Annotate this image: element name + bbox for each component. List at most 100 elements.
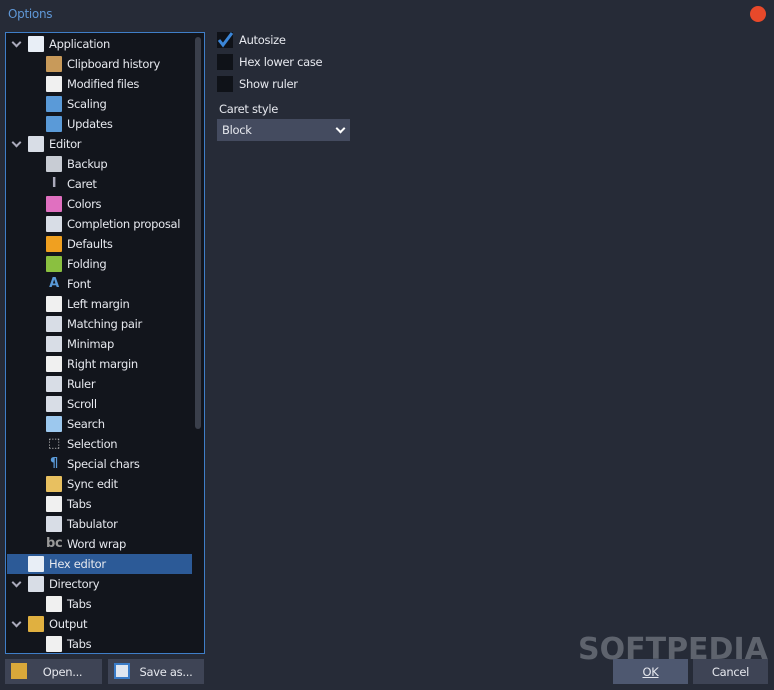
- directory-icon: [28, 576, 44, 592]
- tree-item[interactable]: Scroll: [7, 394, 192, 414]
- tree-item-label: Font: [67, 277, 91, 291]
- tree-item-label: Sync edit: [67, 477, 118, 491]
- tree-item[interactable]: Tabs: [7, 494, 192, 514]
- output-folder-icon: [28, 616, 44, 632]
- file-edit-icon: [46, 76, 62, 92]
- tree-item[interactable]: ¶ Special chars: [7, 454, 192, 474]
- folding-icon: [46, 256, 62, 272]
- tree-item-label: Tabs: [67, 637, 92, 651]
- chevron-down-icon[interactable]: [12, 139, 22, 149]
- tree-scrollbar[interactable]: [195, 37, 201, 429]
- tree-item[interactable]: Search: [7, 414, 192, 434]
- magnifier-icon: [46, 416, 62, 432]
- tree-item-label: Editor: [49, 137, 82, 151]
- tree-item[interactable]: I Caret: [7, 174, 192, 194]
- tree-item[interactable]: Colors: [7, 194, 192, 214]
- tree-item[interactable]: Backup: [7, 154, 192, 174]
- tree-item[interactable]: Tabs: [7, 634, 192, 653]
- autosize-label: Autosize: [239, 33, 286, 47]
- tree-item[interactable]: Scaling: [7, 94, 192, 114]
- tree-item[interactable]: Directory: [7, 574, 192, 594]
- tree-item[interactable]: Ruler: [7, 374, 192, 394]
- matching-pair-icon: [46, 316, 62, 332]
- chevron-down-icon[interactable]: [12, 579, 22, 589]
- selection-icon: ⬚: [48, 436, 60, 451]
- cancel-button[interactable]: Cancel: [693, 659, 768, 684]
- tree-item[interactable]: Tabulator: [7, 514, 192, 534]
- tree-item-label: Output: [49, 617, 88, 631]
- tree-item-label: Left margin: [67, 297, 130, 311]
- tree-item[interactable]: Output: [7, 614, 192, 634]
- show-ruler-label: Show ruler: [239, 77, 298, 91]
- tree-item-label: Application: [49, 37, 110, 51]
- tree-item[interactable]: Updates: [7, 114, 192, 134]
- font-icon: A: [49, 276, 59, 291]
- pilcrow-icon: ¶: [50, 456, 58, 471]
- editor-icon: [28, 136, 44, 152]
- tree-item-label: Tabulator: [67, 517, 118, 531]
- window-title: Options: [8, 7, 53, 21]
- tree-item-label: Tabs: [67, 497, 92, 511]
- tree-item[interactable]: Right margin: [7, 354, 192, 374]
- tree-item[interactable]: Hex editor: [7, 554, 192, 574]
- tree-item-label: Modified files: [67, 77, 140, 91]
- tree-item-label: Completion proposal: [67, 217, 181, 231]
- tree-item[interactable]: Minimap: [7, 334, 192, 354]
- caret-icon: I: [51, 176, 57, 191]
- close-button[interactable]: [750, 6, 766, 22]
- tree-item[interactable]: Application: [7, 34, 192, 54]
- chevron-down-icon: [335, 123, 346, 134]
- tree-item[interactable]: Left margin: [7, 294, 192, 314]
- caret-style-label: Caret style: [219, 102, 279, 116]
- checkmark-icon: [217, 32, 234, 48]
- backup-icon: [46, 156, 62, 172]
- tree-item-label: Clipboard history: [67, 57, 161, 71]
- tree-item[interactable]: bc Word wrap: [7, 534, 192, 554]
- tree-item[interactable]: Clipboard history: [7, 54, 192, 74]
- tree-item-label: Minimap: [67, 337, 115, 351]
- tree-item-label: Directory: [49, 577, 100, 591]
- clipboard-icon: [46, 56, 62, 72]
- tree-item[interactable]: Matching pair: [7, 314, 192, 334]
- save-as-button[interactable]: Save as...: [108, 659, 204, 684]
- chevron-down-icon[interactable]: [12, 619, 22, 629]
- sync-edit-icon: [46, 476, 62, 492]
- tree-item[interactable]: Completion proposal: [7, 214, 192, 234]
- tree-item-label: Colors: [67, 197, 102, 211]
- ruler-icon: [46, 376, 62, 392]
- hex-lower-case-label: Hex lower case: [239, 55, 323, 69]
- tree-item-label: Selection: [67, 437, 118, 451]
- ok-button[interactable]: OK: [613, 659, 688, 684]
- tree-item[interactable]: Defaults: [7, 234, 192, 254]
- caret-style-select[interactable]: Block: [217, 119, 350, 141]
- tree-item[interactable]: Tabs: [7, 594, 192, 614]
- scaling-icon: [46, 96, 62, 112]
- tree-item[interactable]: Sync edit: [7, 474, 192, 494]
- color-wheel-icon: [46, 196, 62, 212]
- update-icon: [46, 116, 62, 132]
- tree-item-label: Search: [67, 417, 105, 431]
- autosize-checkbox[interactable]: [217, 32, 234, 48]
- window-icon: [28, 36, 44, 52]
- tree-item[interactable]: Editor: [7, 134, 192, 154]
- show-ruler-checkbox[interactable]: [217, 76, 233, 92]
- tree-item-label: Word wrap: [67, 537, 126, 551]
- tree-item[interactable]: A Font: [7, 274, 192, 294]
- tree-item[interactable]: Modified files: [7, 74, 192, 94]
- tabs-icon: [46, 596, 62, 612]
- tree-item[interactable]: ⬚ Selection: [7, 434, 192, 454]
- save-icon: [114, 663, 130, 679]
- tree-item-label: Scaling: [67, 97, 107, 111]
- tree-item[interactable]: Folding: [7, 254, 192, 274]
- tree-item-label: Folding: [67, 257, 107, 271]
- minimap-icon: [46, 336, 62, 352]
- open-button[interactable]: Open...: [5, 659, 102, 684]
- hex-lower-case-checkbox[interactable]: [217, 54, 233, 70]
- chevron-down-icon[interactable]: [12, 39, 22, 49]
- tree-item-label: Special chars: [67, 457, 140, 471]
- tree-item-label: Scroll: [67, 397, 97, 411]
- right-margin-icon: [46, 356, 62, 372]
- hex-file-icon: [28, 556, 44, 572]
- options-tree[interactable]: Application Clipboard history Modified fil…: [5, 32, 205, 654]
- open-folder-icon: [11, 663, 27, 679]
